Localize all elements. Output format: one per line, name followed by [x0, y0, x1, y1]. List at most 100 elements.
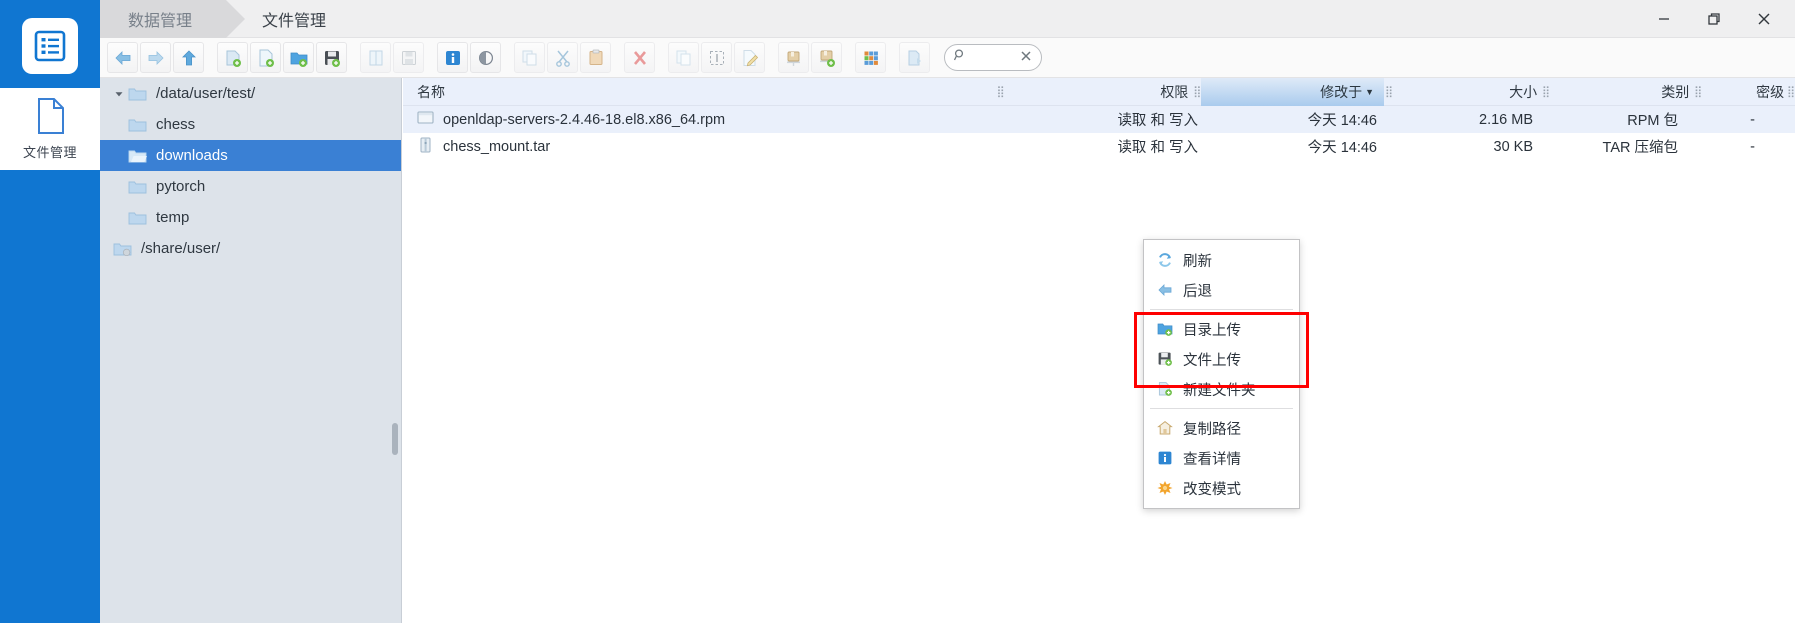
menu-item-new-folder[interactable]: 新建文件夹: [1144, 374, 1299, 404]
duplicate-icon[interactable]: [668, 42, 699, 73]
paste-icon[interactable]: [580, 42, 611, 73]
toolbar-group-transfer: [898, 42, 931, 73]
save-icon[interactable]: [316, 42, 347, 73]
menu-item-view-details[interactable]: 查看详情: [1144, 443, 1299, 473]
tree-node-label: pytorch: [156, 178, 206, 195]
column-header-label: 大小: [1509, 83, 1538, 100]
save-as-icon[interactable]: [393, 42, 424, 73]
column-header-label: 名称: [417, 83, 445, 100]
column-header-name[interactable]: 名称: [403, 78, 996, 106]
file-name-label: openldap-servers-2.4.46-18.el8.x86_64.rp…: [443, 111, 726, 128]
toolbar-group-view: [854, 42, 887, 73]
context-menu: 刷新 后退 目录上传 文件上传 新建文件夹 复制路径 查看详情 改变模式: [1143, 239, 1300, 509]
toolbar-group-navigation: [106, 42, 205, 73]
title-bar: 数据管理 文件管理: [100, 0, 1795, 38]
breadcrumb: 数据管理 文件管理: [100, 0, 360, 38]
table-row[interactable]: chess_mount.tar 读取 和 写入 今天 14:46 30 KB T…: [403, 133, 1795, 160]
maximize-button[interactable]: [1691, 0, 1737, 38]
new-folder-icon[interactable]: [283, 42, 314, 73]
file-page-icon: [35, 97, 65, 139]
tree-node-downloads[interactable]: downloads: [100, 140, 401, 171]
tree-node-chess[interactable]: chess: [100, 109, 401, 140]
rpm-package-icon: [417, 110, 434, 129]
menu-item-change-mode[interactable]: 改变模式: [1144, 473, 1299, 503]
column-resizer-permission[interactable]: ⣿: [1192, 85, 1201, 98]
toolbar-group-clipboard: [513, 42, 612, 73]
new-window-icon[interactable]: [217, 42, 248, 73]
home-path-icon: [1156, 420, 1173, 437]
delete-icon[interactable]: [624, 42, 655, 73]
new-file-icon[interactable]: [250, 42, 281, 73]
file-name-cell: openldap-servers-2.4.46-18.el8.x86_64.rp…: [403, 110, 1012, 129]
tree-node-label: /data/user/test/: [156, 85, 256, 102]
tree-node-label: /share/user/: [141, 240, 221, 257]
menu-item-refresh[interactable]: 刷新: [1144, 245, 1299, 275]
file-permission-cell: 读取 和 写入: [1117, 113, 1198, 129]
file-list-panel: 名称 ⣿ 权限 ⣿ 修改于 ▼ ⣿ 大小 ⣿ 类别 ⣿ 密级 ⣿ openlda…: [403, 77, 1795, 623]
tree-scrollbar-thumb[interactable]: [392, 423, 398, 455]
menu-item-back[interactable]: 后退: [1144, 275, 1299, 305]
file-name-label: chess_mount.tar: [443, 138, 551, 155]
column-header-security[interactable]: 密级: [1702, 78, 1786, 106]
toolbar-group-info: [436, 42, 502, 73]
back-icon[interactable]: [107, 42, 138, 73]
search-icon: [953, 48, 967, 67]
table-row[interactable]: openldap-servers-2.4.46-18.el8.x86_64.rp…: [403, 106, 1795, 133]
archive-icon[interactable]: [778, 42, 809, 73]
column-header-label: 类别: [1661, 83, 1690, 100]
file-size-cell: 30 KB: [1493, 138, 1534, 155]
tree-node-temp[interactable]: temp: [100, 202, 401, 233]
open-book-icon[interactable]: [360, 42, 391, 73]
tree-node-pytorch[interactable]: pytorch: [100, 171, 401, 202]
file-security-cell: -: [1750, 111, 1755, 128]
breadcrumb-label: 文件管理: [262, 13, 327, 30]
folder-icon: [128, 117, 150, 133]
column-header-size[interactable]: 大小: [1393, 78, 1541, 106]
info-icon: [1156, 450, 1173, 467]
menu-item-label: 后退: [1183, 283, 1212, 300]
search-input[interactable]: [944, 44, 1042, 71]
sidebar-item-file-manager[interactable]: 文件管理: [0, 88, 100, 170]
copy-icon[interactable]: [514, 42, 545, 73]
column-resizer-modified[interactable]: ⣿: [1384, 85, 1393, 98]
column-resizer-security[interactable]: ⣿: [1786, 85, 1795, 98]
breadcrumb-item-file-management[interactable]: 文件管理: [226, 0, 360, 38]
forward-icon[interactable]: [140, 42, 171, 73]
up-icon[interactable]: [173, 42, 204, 73]
clear-icon[interactable]: [1020, 49, 1032, 67]
close-button[interactable]: [1741, 0, 1787, 38]
tree-node-label: downloads: [156, 147, 228, 164]
file-type-cell: RPM 包: [1627, 113, 1678, 129]
tree-node-root-share[interactable]: /share/user/: [100, 233, 401, 264]
archive-add-icon[interactable]: [811, 42, 842, 73]
preview-eye-icon[interactable]: [470, 42, 501, 73]
tar-archive-icon: [417, 137, 434, 157]
rename-icon[interactable]: [734, 42, 765, 73]
column-header-type[interactable]: 类别: [1550, 78, 1693, 106]
folder-icon: [128, 210, 150, 226]
column-header-modified[interactable]: 修改于 ▼: [1201, 77, 1385, 106]
column-resizer-name[interactable]: ⣿: [996, 85, 1005, 98]
column-resizer-type[interactable]: ⣿: [1693, 85, 1702, 98]
file-security-cell: -: [1750, 138, 1755, 155]
folder-open-icon: [128, 148, 150, 164]
file-type-cell: TAR 压缩包: [1602, 140, 1678, 156]
toolbar-group-open: [359, 42, 425, 73]
file-modified-cell: 今天 14:46: [1307, 113, 1377, 129]
menu-item-copy-path[interactable]: 复制路径: [1144, 413, 1299, 443]
minimize-button[interactable]: [1641, 0, 1687, 38]
column-header-label: 修改于: [1320, 83, 1363, 100]
chevron-down-icon[interactable]: [110, 89, 128, 99]
grid-view-icon[interactable]: [855, 42, 886, 73]
column-header-permission[interactable]: 权限: [1005, 78, 1193, 106]
column-resizer-size[interactable]: ⣿: [1541, 85, 1550, 98]
menu-item-upload-file[interactable]: 文件上传: [1144, 344, 1299, 374]
tree-node-root-data[interactable]: /data/user/test/: [100, 78, 401, 109]
select-all-icon[interactable]: [701, 42, 732, 73]
menu-item-upload-directory[interactable]: 目录上传: [1144, 314, 1299, 344]
menu-item-label: 文件上传: [1183, 352, 1241, 369]
breadcrumb-item-data-management[interactable]: 数据管理: [100, 0, 246, 38]
transfer-icon[interactable]: [899, 42, 930, 73]
info-icon[interactable]: [437, 42, 468, 73]
cut-icon[interactable]: [547, 42, 578, 73]
